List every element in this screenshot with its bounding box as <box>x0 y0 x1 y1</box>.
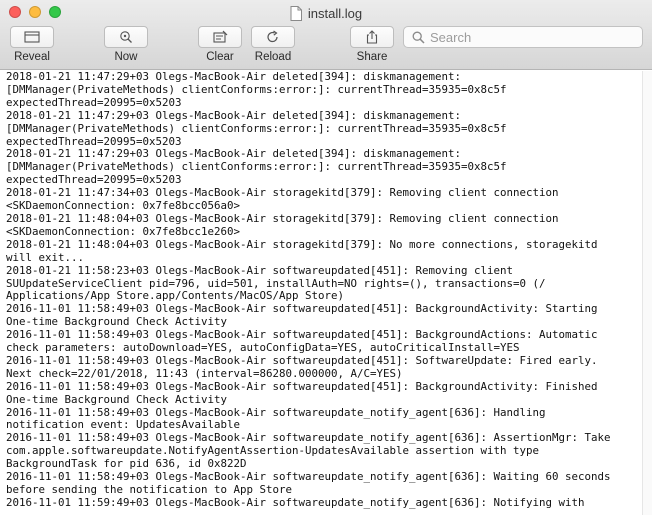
now-tool[interactable]: Now <box>104 26 148 63</box>
clear-tool[interactable]: Clear <box>198 26 242 63</box>
log-line: 2016-11-01 11:59:49+03 Olegs-MacBook-Air… <box>6 495 585 509</box>
log-line: 2018-01-21 11:48:04+03 Olegs-MacBook-Air… <box>6 237 598 251</box>
log-view[interactable]: 2018-01-21 11:47:29+03 Olegs-MacBook-Air… <box>0 71 642 515</box>
reload-label: Reload <box>254 51 292 63</box>
share-button[interactable] <box>350 26 394 48</box>
log-line: expectedThread=20995=0x5203 <box>6 95 182 109</box>
log-line: 2018-01-21 11:58:23+03 Olegs-MacBook-Air… <box>6 263 514 277</box>
window-title: install.log <box>307 5 363 21</box>
clear-icon <box>213 30 228 43</box>
document-icon <box>290 5 302 21</box>
log-line: will exit... <box>6 250 85 264</box>
reveal-button[interactable] <box>10 26 54 48</box>
log-line: 2018-01-21 11:48:04+03 Olegs-MacBook-Air… <box>6 211 559 225</box>
log-line: [DMManager(PrivateMethods) clientConform… <box>6 121 507 135</box>
now-label: Now <box>114 51 138 63</box>
clear-label: Clear <box>206 51 234 63</box>
reload-tool[interactable]: Reload <box>251 26 295 63</box>
log-line: [DMManager(PrivateMethods) clientConform… <box>6 82 507 96</box>
log-line: 2018-01-21 11:47:29+03 Olegs-MacBook-Air… <box>6 71 462 83</box>
search-icon <box>412 31 425 44</box>
reveal-label: Reveal <box>14 51 50 63</box>
log-line: check parameters: autoDownload=YES, auto… <box>6 341 520 355</box>
share-label: Share <box>356 51 388 63</box>
log-line: Next check=22/01/2018, 11:43 (interval=8… <box>6 366 403 380</box>
magnifier-target-icon <box>120 31 132 43</box>
reload-icon <box>267 30 278 43</box>
log-line: 2018-01-21 11:47:29+03 Olegs-MacBook-Air… <box>6 108 462 122</box>
log-scrollbar[interactable] <box>642 71 652 515</box>
log-line: One-time Background Check Activity <box>6 392 228 406</box>
title-toolbar: install.log Reveal Now Clear Reload Shar… <box>0 0 652 70</box>
share-icon <box>366 30 378 44</box>
window-title-area: install.log <box>0 4 652 22</box>
reload-button[interactable] <box>251 26 295 48</box>
log-line: 2016-11-01 11:58:49+03 Olegs-MacBook-Air… <box>6 379 598 393</box>
reveal-tool[interactable]: Reveal <box>10 26 54 63</box>
log-line: 2016-11-01 11:58:49+03 Olegs-MacBook-Air… <box>6 353 598 367</box>
log-line: before sending the notification to App S… <box>6 483 293 496</box>
folder-icon <box>24 31 40 43</box>
now-button[interactable] <box>104 26 148 48</box>
clear-button[interactable] <box>198 26 242 48</box>
console-window: install.log Reveal Now Clear Reload Shar… <box>0 0 652 515</box>
log-line: <SKDaemonConnection: 0x7fe8bcc1e260> <box>6 224 241 238</box>
search-input[interactable] <box>430 28 642 46</box>
share-tool[interactable]: Share <box>350 26 394 63</box>
search-field[interactable] <box>403 26 643 48</box>
